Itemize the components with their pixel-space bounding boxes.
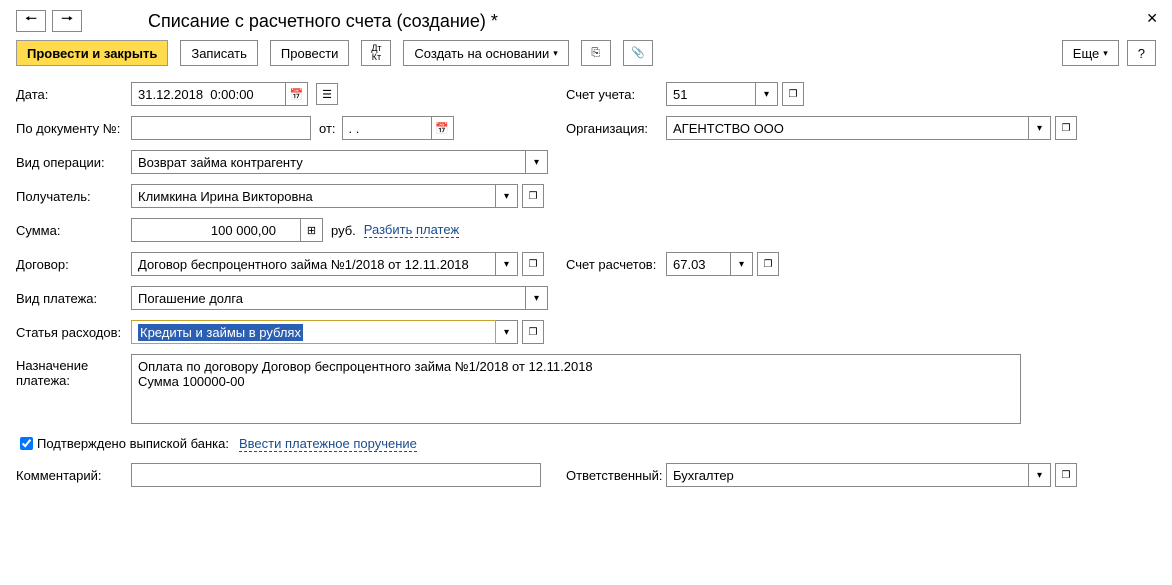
responsible-input[interactable] <box>666 463 1029 487</box>
contract-label: Договор: <box>16 257 131 272</box>
calendar-icon[interactable] <box>432 116 454 140</box>
page-title: Списание с расчетного счета (создание) * <box>148 11 498 32</box>
settlement-acc-input[interactable] <box>666 252 731 276</box>
contract-input[interactable] <box>131 252 496 276</box>
confirmed-checkbox[interactable] <box>20 437 33 450</box>
operation-input[interactable] <box>131 150 526 174</box>
organization-input[interactable] <box>666 116 1029 140</box>
date-input[interactable] <box>131 82 286 106</box>
operation-label: Вид операции: <box>16 155 131 170</box>
settlement-acc-label: Счет расчетов: <box>566 257 666 272</box>
post-and-close-button[interactable]: Провести и закрыть <box>16 40 168 66</box>
expense-item-input[interactable]: Кредиты и займы в рублях <box>131 320 496 344</box>
purpose-textarea[interactable] <box>131 354 1021 424</box>
open-icon[interactable] <box>522 320 544 344</box>
dropdown-icon[interactable] <box>496 252 518 276</box>
sum-input[interactable] <box>131 218 301 242</box>
rub-label: руб. <box>331 223 356 238</box>
more-button[interactable]: Еще▾ <box>1062 40 1119 66</box>
recipient-input[interactable] <box>131 184 496 208</box>
help-button[interactable]: ? <box>1127 40 1156 66</box>
organization-label: Организация: <box>566 121 666 136</box>
from-label: от: <box>319 121 336 136</box>
write-button[interactable]: Записать <box>180 40 258 66</box>
docdate-input[interactable] <box>342 116 432 140</box>
dropdown-icon[interactable] <box>526 150 548 174</box>
dropdown-icon[interactable] <box>1029 116 1051 140</box>
structure-button[interactable]: ⎘ <box>581 40 611 66</box>
dropdown-icon[interactable] <box>756 82 778 106</box>
open-icon[interactable] <box>522 184 544 208</box>
confirmed-label: Подтверждено выпиской банка: <box>37 436 229 451</box>
nav-back-button[interactable]: 🠐 <box>16 10 46 32</box>
sum-label: Сумма: <box>16 223 131 238</box>
account-label: Счет учета: <box>566 87 666 102</box>
docnum-input[interactable] <box>131 116 311 140</box>
calendar-icon[interactable] <box>286 82 308 106</box>
nav-forward-button[interactable]: 🠒 <box>52 10 82 32</box>
docnum-label: По документу №: <box>16 121 131 136</box>
dropdown-icon[interactable] <box>496 184 518 208</box>
expense-item-label: Статья расходов: <box>16 325 131 340</box>
attach-button[interactable]: 📎 <box>623 40 653 66</box>
create-based-on-button[interactable]: Создать на основании▾ <box>403 40 568 66</box>
enter-pay-order-link[interactable]: Ввести платежное поручение <box>239 436 417 452</box>
pay-type-input[interactable] <box>131 286 526 310</box>
open-icon[interactable] <box>757 252 779 276</box>
dropdown-icon[interactable] <box>526 286 548 310</box>
responsible-label: Ответственный: <box>566 468 666 483</box>
pay-type-label: Вид платежа: <box>16 291 131 306</box>
close-button[interactable]: ✕ <box>1146 10 1158 27</box>
recipient-label: Получатель: <box>16 189 131 204</box>
dtkt-button[interactable]: ДтКт <box>361 40 391 66</box>
comment-label: Комментарий: <box>16 468 131 483</box>
open-icon[interactable] <box>1055 463 1077 487</box>
calculator-icon[interactable] <box>301 218 323 242</box>
account-input[interactable] <box>666 82 756 106</box>
open-icon[interactable] <box>782 82 804 106</box>
dropdown-icon[interactable] <box>731 252 753 276</box>
mode-icon[interactable]: ☰ <box>316 83 338 105</box>
split-payment-link[interactable]: Разбить платеж <box>364 222 459 238</box>
dropdown-icon[interactable] <box>1029 463 1051 487</box>
open-icon[interactable] <box>1055 116 1077 140</box>
date-label: Дата: <box>16 87 131 102</box>
open-icon[interactable] <box>522 252 544 276</box>
post-button[interactable]: Провести <box>270 40 350 66</box>
dropdown-icon[interactable] <box>496 320 518 344</box>
comment-input[interactable] <box>131 463 541 487</box>
purpose-label: Назначение платежа: <box>16 354 131 388</box>
